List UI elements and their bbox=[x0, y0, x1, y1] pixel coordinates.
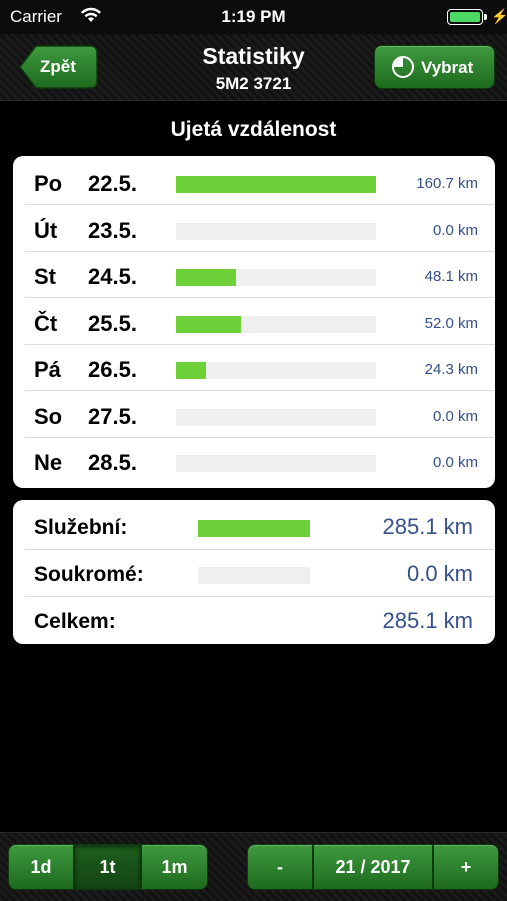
day-distance-value: 52.0 km bbox=[424, 314, 478, 332]
summary-bar-fill bbox=[198, 520, 310, 537]
distance-bar-track bbox=[176, 315, 376, 333]
navigation-bar: Zpět Statistiky 5M2 3721 Vybrat bbox=[0, 34, 507, 101]
day-name: Út bbox=[34, 217, 58, 243]
battery-cap bbox=[484, 14, 487, 20]
select-button-label: Vybrat bbox=[421, 58, 474, 77]
summary-label: Soukromé: bbox=[34, 563, 144, 586]
day-distance-value: 160.7 km bbox=[416, 175, 478, 192]
charging-icon: ⚡ bbox=[491, 8, 507, 24]
summary-value: 0.0 km bbox=[406, 561, 473, 586]
day-name: St bbox=[34, 264, 56, 289]
period-1m-button[interactable]: 1m bbox=[141, 844, 208, 890]
period-1d-button[interactable]: 1d bbox=[8, 844, 74, 890]
summary-row: Soukromé: 0.0 km bbox=[13, 549, 495, 597]
day-row: Po 22.5. 160.7 km bbox=[13, 159, 495, 205]
bottom-toolbar: 1d 1t 1m - 21 / 2017 + bbox=[0, 832, 507, 901]
previous-week-button[interactable]: - bbox=[247, 844, 313, 890]
select-button[interactable]: Vybrat bbox=[374, 45, 495, 89]
week-label: 21 / 2017 bbox=[313, 844, 433, 890]
section-title: Ujetá vzdálenost bbox=[170, 118, 337, 141]
day-distance-value: 24.3 km bbox=[424, 361, 478, 378]
day-distance-value: 48.1 km bbox=[424, 268, 478, 285]
day-name: Ne bbox=[34, 450, 63, 475]
day-row: Čt 25.5. 52.0 km bbox=[13, 299, 495, 345]
day-row: St 24.5. 48.1 km bbox=[13, 252, 495, 298]
day-name: Pá bbox=[34, 357, 61, 382]
summary-value: 285.1 km bbox=[382, 514, 474, 539]
day-row: So 27.5. 0.0 km bbox=[13, 392, 495, 438]
status-bar: Carrier 1:19 PM ⚡ bbox=[0, 0, 507, 34]
summary-value: 285.1 km bbox=[382, 608, 474, 633]
summary-bar-track bbox=[198, 567, 310, 584]
day-date: 24.5. bbox=[88, 264, 137, 289]
summary-label: Služební: bbox=[34, 516, 128, 539]
distance-bar-track bbox=[176, 408, 376, 426]
distance-bar-track bbox=[176, 222, 376, 240]
period-1t-button[interactable]: 1t bbox=[74, 844, 141, 890]
distance-bar-fill bbox=[176, 315, 241, 333]
day-date: 25.5. bbox=[88, 310, 137, 336]
summary-bar-track bbox=[198, 520, 310, 537]
distance-bar-track bbox=[176, 269, 376, 286]
battery-icon bbox=[447, 9, 483, 25]
day-date: 27.5. bbox=[88, 403, 137, 429]
distance-bar-fill bbox=[176, 362, 206, 379]
day-date: 28.5. bbox=[88, 450, 137, 475]
summary-row: Celkem: 285.1 km bbox=[13, 596, 495, 644]
summary-list: Služební: 285.1 km Soukromé: 0.0 km Celkem: 2… bbox=[13, 500, 495, 644]
status-time: 1:19 PM bbox=[221, 7, 286, 26]
day-row: Ne 28.5. 0.0 km bbox=[13, 438, 495, 484]
distance-bar-track bbox=[176, 176, 376, 193]
day-row: Út 23.5. 0.0 km bbox=[13, 206, 495, 252]
day-row: Pá 26.5. 24.3 km bbox=[13, 345, 495, 391]
distance-bar-track bbox=[176, 455, 376, 472]
distance-bar-fill bbox=[176, 269, 236, 286]
daily-distance-list: Po 22.5. 160.7 km Út 23.5. 0.0 km St 24.5. 48.1 … bbox=[13, 156, 495, 488]
distance-bar-track bbox=[176, 362, 376, 379]
day-date: 23.5. bbox=[88, 217, 137, 243]
summary-row: Služební: 285.1 km bbox=[13, 502, 495, 550]
distance-bar-fill bbox=[176, 176, 376, 193]
day-name: Po bbox=[34, 171, 63, 196]
day-name: Čt bbox=[34, 310, 58, 336]
pie-chart-icon bbox=[391, 55, 415, 84]
day-date: 22.5. bbox=[88, 171, 137, 196]
day-distance-value: 0.0 km bbox=[432, 221, 478, 239]
summary-label: Celkem: bbox=[34, 610, 116, 633]
day-distance-value: 0.0 km bbox=[432, 454, 478, 471]
next-week-button[interactable]: + bbox=[433, 844, 499, 890]
day-name: So bbox=[34, 403, 63, 429]
day-date: 26.5. bbox=[88, 357, 137, 382]
day-distance-value: 0.0 km bbox=[432, 407, 478, 425]
